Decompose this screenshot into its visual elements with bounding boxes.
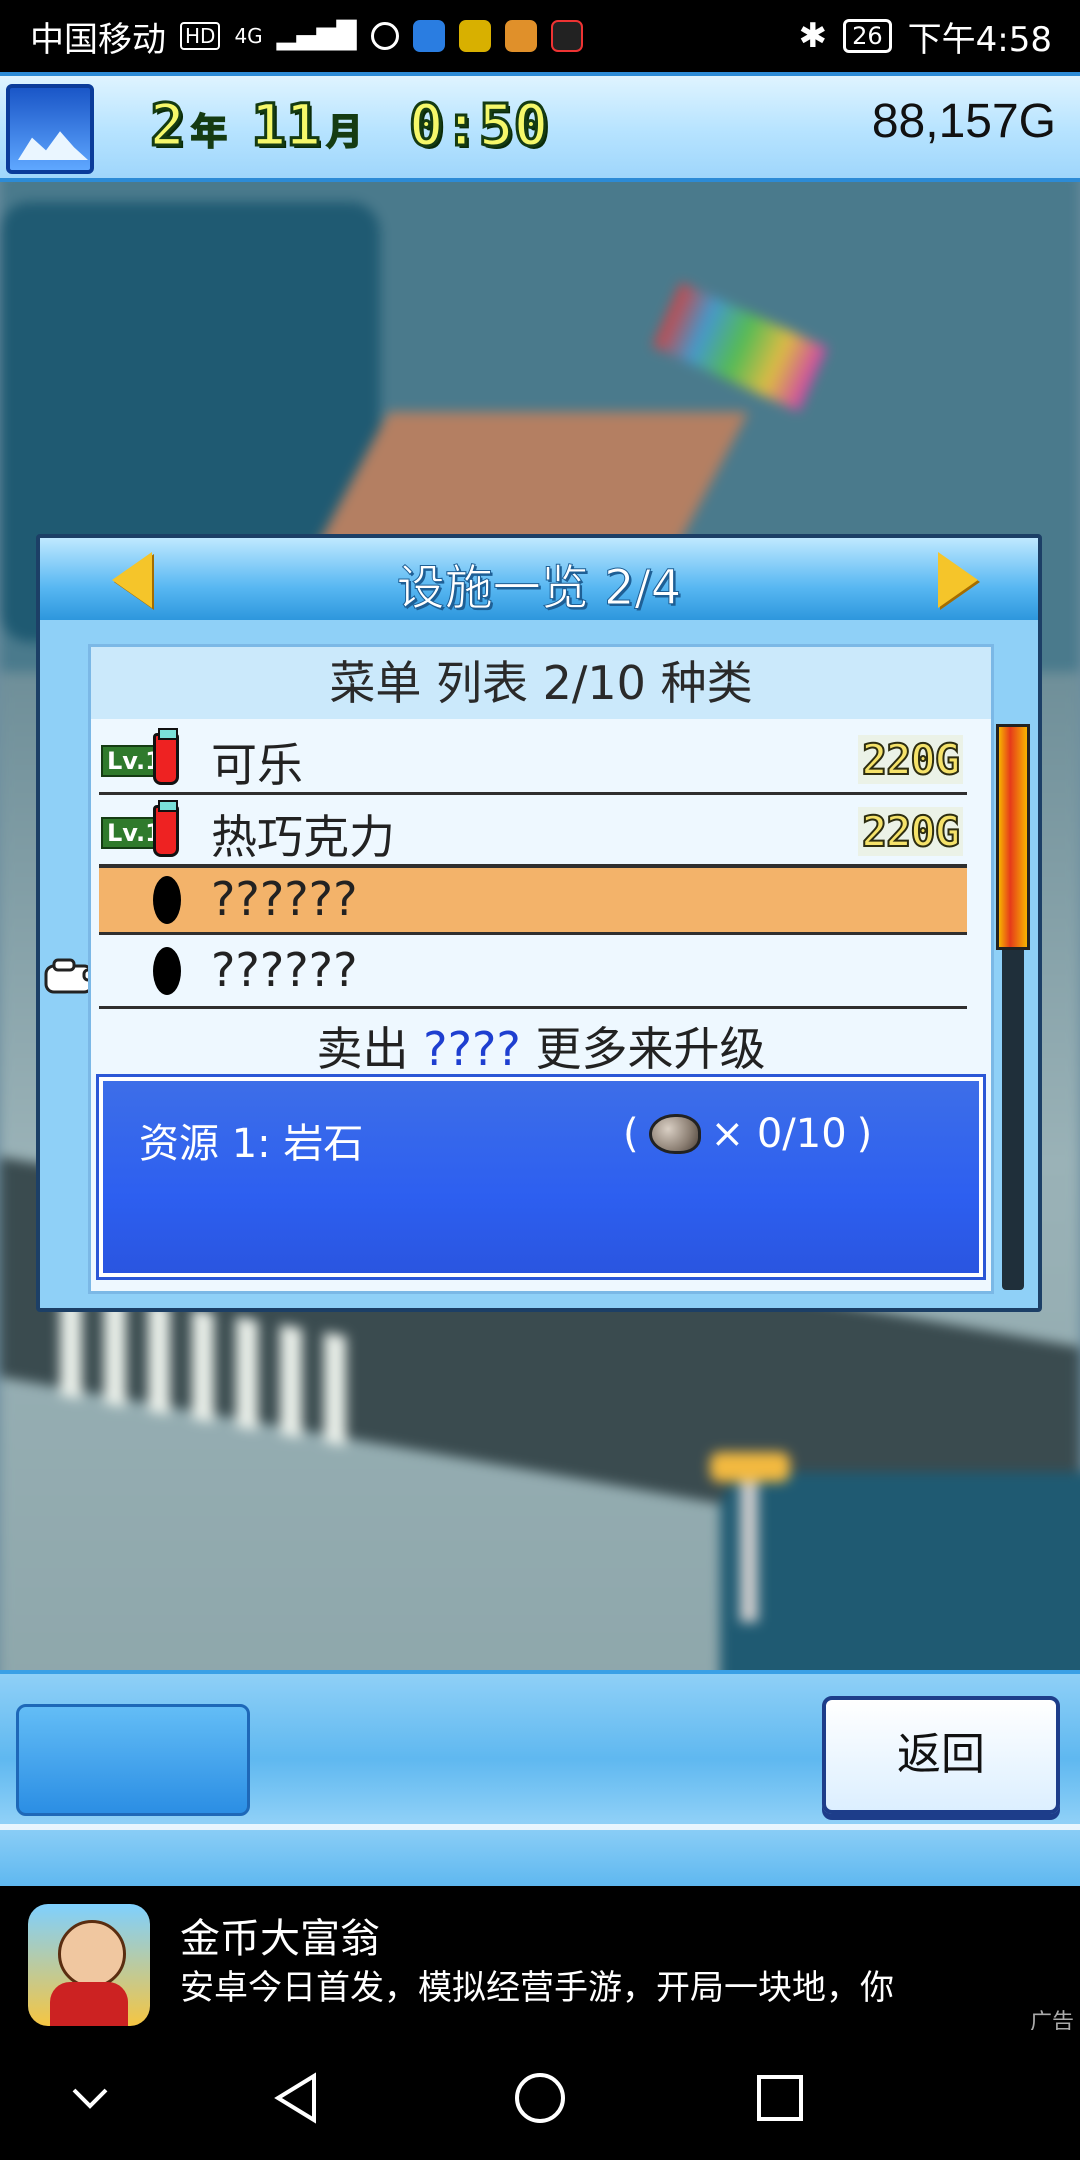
menu-item-price: 220G [857, 806, 963, 857]
menu-list-subtitle: 菜单 列表 2/10 种类 [91, 647, 991, 719]
resource-label: 资源 1: 岩石 [139, 1121, 364, 1167]
money-display: 88,157G [871, 95, 1056, 148]
cup-icon [153, 800, 179, 857]
year-unit: 年 [190, 111, 228, 154]
mystery-item-icon [153, 947, 181, 995]
ad-description[interactable]: 安卓今日首发，模拟经营手游，开局一块地，你 [180, 1960, 894, 2009]
cup-icon [153, 728, 179, 785]
bluetooth-icon: ✱ [798, 16, 828, 56]
game-app-icon [458, 20, 491, 52]
menu-item-price: 220G [857, 734, 963, 785]
hint-unknown-item: ???? [423, 1022, 521, 1076]
status-right: ✱ 26 下午4:58 [799, 0, 1052, 72]
scrollbar-thumb[interactable] [996, 724, 1030, 950]
back-button[interactable]: 返回 [822, 1696, 1060, 1814]
menu-item-name: 可乐 [211, 738, 303, 792]
menu-item-name: ?????? [211, 872, 358, 926]
facility-list-dialog: 设施一览 2/4 菜单 列表 2/10 种类 Lv.1 可乐 220G Lv.1… [36, 534, 1042, 1312]
battery-icon: 26 [843, 19, 892, 53]
game-viewport[interactable]: 2 年 11 月 0:50 88,157G 设施一览 2/4 菜单 列表 2/1… [0, 72, 1080, 1886]
year-number: 2 [149, 91, 187, 160]
rock-icon [648, 1114, 701, 1154]
upgrade-hint: 卖出 ???? 更多来升级 [91, 1013, 991, 1079]
close-paren: ) [856, 1111, 873, 1157]
menu-item-row[interactable]: Lv.1 可乐 220G [99, 725, 967, 795]
home-circle-icon[interactable] [512, 2070, 568, 2126]
system-nav-bar [0, 2030, 1080, 2160]
game-date: 2 年 11 月 0:50 [149, 91, 550, 160]
menu-item-name: 热巧克力 [211, 810, 395, 864]
dialog-title: 设施一览 2/4 [396, 560, 682, 617]
bottom-game-bar: 返回 [0, 1670, 1080, 1886]
menu-item-name: ?????? [211, 943, 358, 997]
hint-prefix: 卖出 [316, 1022, 409, 1076]
ad-app-icon[interactable] [28, 1904, 150, 2026]
list-scrollbar[interactable] [996, 724, 1030, 1290]
alarm-icon [370, 22, 399, 50]
top-hud: 2 年 11 月 0:50 88,157G [0, 72, 1080, 182]
video-app-icon [504, 20, 537, 52]
park-logo-icon[interactable] [6, 84, 94, 174]
status-left: 中国移动 HD 4G ▂▄▆█ [30, 0, 583, 72]
open-paren: ( [623, 1111, 639, 1157]
back-triangle-icon[interactable] [270, 2070, 326, 2126]
game-time: 0:50 [407, 91, 550, 160]
ad-title[interactable]: 金币大富翁 [180, 1906, 380, 1964]
status-bar: 中国移动 HD 4G ▂▄▆█ ✱ 26 下午4:58 [0, 0, 1080, 72]
month-number: 11 [249, 91, 322, 160]
ad-banner[interactable]: 金币大富翁 安卓今日首发，模拟经营手游，开局一块地，你 广告 [0, 1886, 1080, 2035]
dialog-header: 设施一览 2/4 [40, 538, 1038, 620]
menu-list-panel: 菜单 列表 2/10 种类 Lv.1 可乐 220G Lv.1 热巧克力 220… [88, 644, 994, 1294]
menu-item-row[interactable]: ?????? [99, 939, 967, 1009]
signal-icon: ▂▄▆█ [276, 21, 357, 51]
menu-item-row-selected[interactable]: ?????? [99, 865, 967, 935]
resource-requirement-box: 资源 1: 岩石 ( × 0/10 ) [96, 1074, 986, 1280]
next-page-arrow-icon[interactable] [938, 552, 978, 608]
month-unit: 月 [326, 111, 364, 154]
collapse-chevron-icon[interactable] [62, 2070, 118, 2126]
tiktok-icon [550, 20, 583, 52]
hint-suffix: 更多来升级 [535, 1022, 766, 1076]
carrier-label: 中国移动 [30, 19, 166, 60]
recents-square-icon[interactable] [752, 2070, 808, 2126]
mystery-item-icon [153, 876, 181, 924]
clock: 下午4:58 [907, 19, 1052, 60]
hd-badge: HD [180, 22, 221, 50]
blank-button[interactable] [16, 1704, 250, 1816]
resource-count: ( × 0/10 ) [623, 1111, 872, 1157]
network-label: 4G [234, 24, 263, 48]
resource-count-value: × 0/10 [710, 1111, 847, 1157]
shield-app-icon [412, 20, 445, 52]
menu-item-row[interactable]: Lv.1 热巧克力 220G [99, 797, 967, 867]
bottom-bar-divider [0, 1824, 1080, 1830]
